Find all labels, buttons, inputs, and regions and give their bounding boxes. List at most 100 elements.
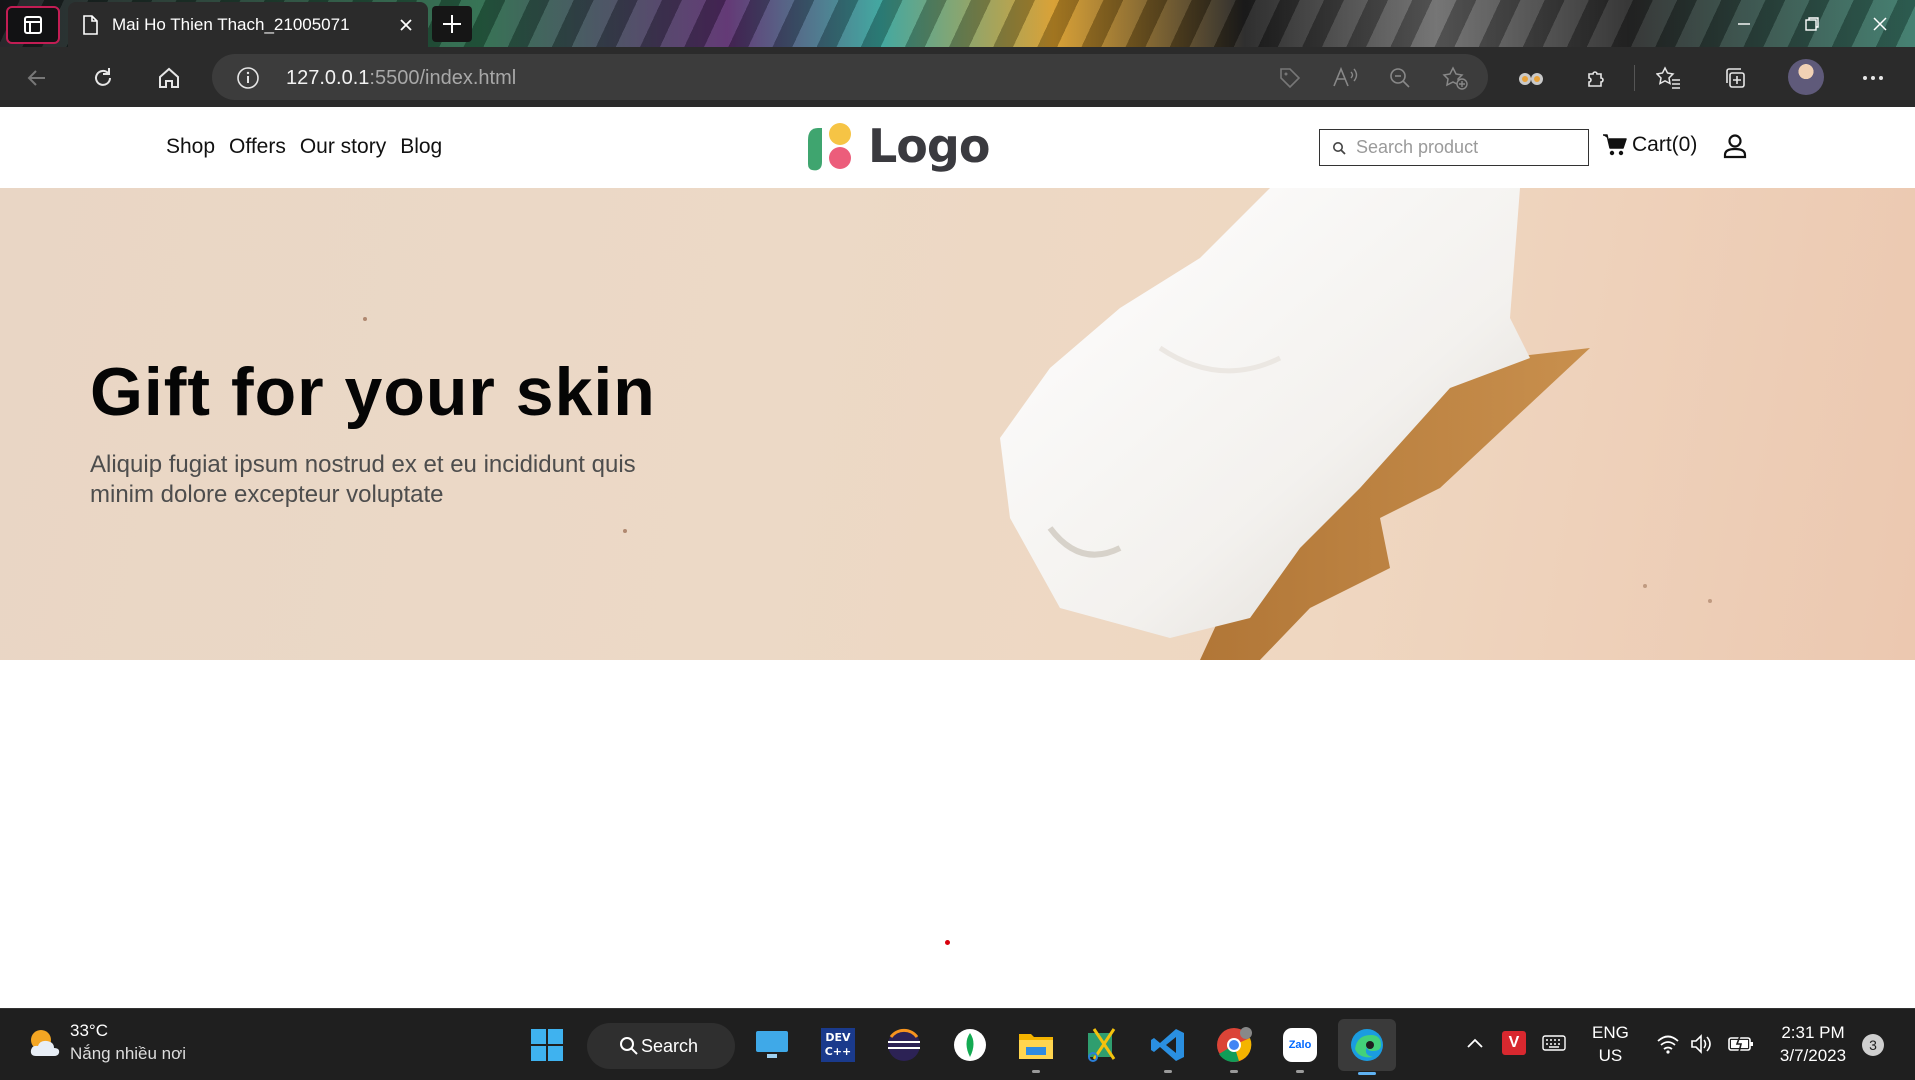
favorites-icon — [1656, 66, 1680, 89]
wifi-icon[interactable] — [1656, 1034, 1680, 1054]
search-input[interactable] — [1356, 137, 1576, 158]
favorites-button[interactable] — [1652, 61, 1686, 95]
add-favorite-icon[interactable] — [1442, 66, 1468, 90]
cart-button[interactable]: Cart(0) — [1602, 133, 1697, 157]
clock-date: 3/7/2023 — [1779, 1046, 1847, 1065]
main-nav: Shop Offers Our story Blog — [166, 135, 442, 159]
reload-icon — [95, 68, 111, 86]
profile-button[interactable] — [1786, 57, 1826, 97]
taskbar-devc[interactable]: DEV C++ — [814, 1021, 862, 1069]
battery-icon[interactable] — [1728, 1034, 1754, 1054]
back-button[interactable] — [20, 61, 54, 95]
clock-time: 2:31 PM — [1781, 1023, 1845, 1042]
tab-actions-icon — [24, 16, 42, 34]
zoom-out-icon[interactable] — [1388, 66, 1412, 90]
taskbar-edge[interactable] — [1338, 1019, 1396, 1075]
account-button[interactable] — [1723, 133, 1747, 164]
search-box[interactable] — [1319, 129, 1589, 166]
keyboard-icon[interactable] — [1542, 1035, 1566, 1051]
read-aloud-icon[interactable] — [1332, 66, 1358, 90]
red-dot — [945, 940, 950, 945]
language-line1: ENG — [1592, 1023, 1629, 1042]
tag-icon[interactable] — [1278, 66, 1302, 90]
logo-text: Logo — [868, 119, 990, 173]
running-indicator — [1296, 1070, 1304, 1073]
avatar — [1788, 59, 1824, 95]
volume-icon[interactable] — [1690, 1034, 1714, 1054]
weather-sun-cloud-icon — [30, 1029, 60, 1056]
collections-button[interactable] — [1718, 61, 1752, 95]
browser-toolbar: 127.0.0.1:5500/index.html — [0, 47, 1915, 107]
home-button[interactable] — [152, 61, 186, 95]
hero-subtitle: Aliquip fugiat ipsum nostrud ex et eu in… — [90, 451, 636, 508]
cart-label: Cart(0) — [1632, 133, 1698, 156]
hero-banner: Gift for your skin Aliquip fugiat ipsum … — [0, 188, 1915, 660]
windows-start-icon — [531, 1029, 563, 1061]
running-indicator — [1164, 1070, 1172, 1073]
hero-title: Gift for your skin — [90, 354, 656, 430]
clock[interactable]: 2:31 PM 3/7/2023 — [1768, 1021, 1858, 1067]
language-line2: US — [1598, 1046, 1623, 1065]
running-indicator — [1032, 1070, 1040, 1073]
edge-icon — [1351, 1029, 1383, 1061]
weather-widget[interactable]: 33°C Nắng nhiều nơi — [26, 1021, 186, 1064]
vivaldi-tray-icon[interactable]: V — [1502, 1031, 1526, 1055]
page-icon — [83, 14, 98, 35]
search-icon — [1333, 141, 1346, 155]
taskbar-vscode[interactable] — [1144, 1021, 1192, 1073]
taskbar-desktop[interactable] — [748, 1021, 796, 1069]
home-icon — [159, 67, 179, 88]
taskbar-chrome[interactable] — [1210, 1021, 1258, 1073]
restore-button[interactable] — [1778, 0, 1846, 47]
taskbar-mongodb[interactable] — [946, 1021, 994, 1069]
browser-titlebar: Mai Ho Thien Thach_21005071 — [0, 0, 1915, 47]
search-icon — [620, 1037, 638, 1055]
more-button[interactable] — [1856, 61, 1890, 95]
zalo-icon: Zalo — [1283, 1028, 1317, 1062]
new-tab-button[interactable] — [432, 6, 472, 42]
tab-actions-button[interactable] — [6, 6, 60, 44]
devc-icon: DEV C++ — [821, 1028, 855, 1062]
address-bar[interactable]: 127.0.0.1:5500/index.html — [212, 54, 1488, 100]
nav-our-story[interactable]: Our story — [300, 135, 386, 159]
chrome-icon — [1217, 1027, 1252, 1062]
weather-temp: 33°C — [70, 1021, 108, 1040]
taskbar-snipping[interactable] — [1078, 1021, 1126, 1069]
close-window-button[interactable] — [1846, 0, 1914, 47]
extensions-button[interactable] — [1580, 61, 1614, 95]
weather-desc: Nắng nhiều nơi — [70, 1044, 187, 1063]
taskbar-file-explorer[interactable] — [1012, 1021, 1060, 1073]
chevron-up-icon[interactable] — [1466, 1037, 1484, 1049]
site-header: Shop Offers Our story Blog Logo Cart(0) — [0, 107, 1915, 188]
cart-icon — [1603, 134, 1627, 156]
minimize-button[interactable] — [1710, 0, 1778, 47]
running-indicator — [1230, 1070, 1238, 1073]
tab-title: Mai Ho Thien Thach_21005071 — [112, 14, 350, 34]
minimize-icon — [1738, 22, 1750, 25]
puzzle-icon — [1588, 71, 1604, 87]
reload-button[interactable] — [86, 61, 120, 95]
start-button[interactable] — [523, 1021, 571, 1069]
glasses-extension-icon — [1519, 73, 1543, 85]
nav-shop[interactable]: Shop — [166, 135, 215, 159]
taskbar: 33°C Nắng nhiều nơi Search DEVC++ Zalo — [0, 1008, 1915, 1080]
desktop-icon — [756, 1031, 788, 1058]
plus-icon — [443, 15, 461, 33]
taskbar-zalo[interactable]: Zalo — [1276, 1021, 1324, 1073]
mongodb-icon — [954, 1029, 986, 1061]
extension-button[interactable] — [1514, 61, 1548, 95]
close-tab-icon[interactable] — [398, 17, 414, 33]
browser-tab[interactable]: Mai Ho Thien Thach_21005071 — [68, 2, 428, 47]
site-logo[interactable]: Logo — [804, 119, 990, 173]
language-indicator[interactable]: ENG US — [1592, 1021, 1629, 1067]
taskbar-eclipse[interactable] — [880, 1021, 928, 1069]
nav-blog[interactable]: Blog — [400, 135, 442, 159]
taskbar-search-label: Search — [641, 1035, 699, 1056]
url-text[interactable]: 127.0.0.1:5500/index.html — [286, 67, 516, 90]
notification-badge[interactable]: 3 — [1862, 1034, 1884, 1056]
restore-icon — [1805, 16, 1819, 31]
active-indicator — [1358, 1072, 1376, 1075]
nav-offers[interactable]: Offers — [229, 135, 286, 159]
info-icon[interactable] — [236, 66, 260, 90]
taskbar-search[interactable]: Search — [587, 1023, 735, 1069]
